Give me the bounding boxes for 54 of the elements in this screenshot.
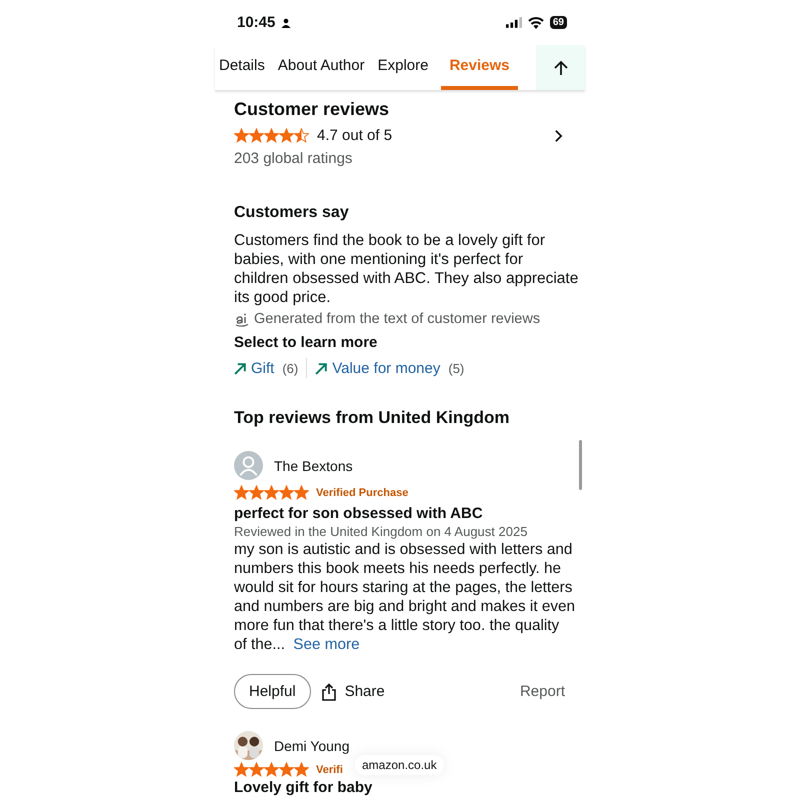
section-heading: Customer reviews (234, 98, 390, 121)
star-icon (264, 128, 279, 143)
signal-icon (506, 17, 522, 28)
review-title: perfect for son obsessed with ABC (234, 505, 484, 522)
tab[interactable]: About Author (274, 45, 374, 90)
star-icon (279, 128, 294, 143)
scroll-top-button[interactable] (536, 45, 585, 90)
star-icon (279, 485, 294, 500)
aspect-link[interactable]: Gift (6) (234, 360, 298, 376)
share-button[interactable]: Share (320, 682, 385, 700)
clock-time: 10:45 (237, 14, 276, 31)
rating-text: 4.7 out of 5 (317, 127, 392, 144)
trend-arrow-icon (315, 362, 328, 374)
star-icon (264, 762, 279, 777)
person-icon (281, 18, 292, 28)
star-icon (249, 485, 264, 500)
verified-label: Verifi (316, 764, 343, 776)
battery-level: 69 (550, 16, 567, 29)
ratings-count: 203 global ratings (234, 150, 354, 167)
report-link[interactable]: Report (520, 683, 565, 700)
aspect-link[interactable]: Value for money (5) (315, 360, 464, 376)
star-icon (234, 485, 249, 500)
url-pill[interactable]: amazon.co.uk (355, 755, 444, 775)
see-more-link[interactable]: See more (293, 636, 360, 653)
star-icon (279, 762, 294, 777)
summary-text: Customers find the book to be a lovely gift for babies, with one mentioning it's perfect for children obsessed with ABC. They also appreciate its good price. (234, 231, 579, 307)
star-icon (294, 128, 309, 143)
star-icon (264, 485, 279, 500)
review-title: Lovely gift for baby (234, 779, 374, 796)
avatar-icon (234, 451, 263, 480)
share-icon (320, 682, 337, 700)
star-icon (294, 762, 309, 777)
reviewer-name: Demi Young (274, 738, 350, 754)
helpful-button[interactable]: Helpful (234, 674, 311, 709)
ai-note: Generated from the text of customer reviews (254, 311, 540, 327)
star-icon (234, 128, 249, 143)
arrow-up-icon (552, 60, 568, 76)
wifi-icon (528, 16, 544, 28)
star-icon (294, 485, 309, 500)
verified-label: Verified Purchase (316, 486, 408, 498)
select-label: Select to learn more (234, 334, 378, 351)
star-icon (234, 762, 249, 777)
star-icon (249, 128, 264, 143)
star-icon (249, 762, 264, 777)
section-heading: Top reviews from United Kingdom (234, 407, 510, 429)
reviewer-name: The Bextons (274, 458, 353, 474)
review-date: Reviewed in the United Kingdom on 4 August 2025 (234, 524, 528, 539)
tab[interactable]: Details (215, 45, 274, 90)
review-text: my son is autistic and is obsessed with letters and numbers this book meets his needs perfectly. he would sit for hours staring at the pages, the letters and numbers are big and bright and makes it even more fun that there's a little story too. the quality of the... See more (234, 540, 576, 654)
section-heading: Customers say (234, 203, 350, 223)
scroll-bar (579, 440, 582, 490)
trend-arrow-icon (234, 362, 247, 374)
chevron-right-icon[interactable] (554, 128, 563, 142)
tab[interactable]: Explore (374, 45, 438, 90)
